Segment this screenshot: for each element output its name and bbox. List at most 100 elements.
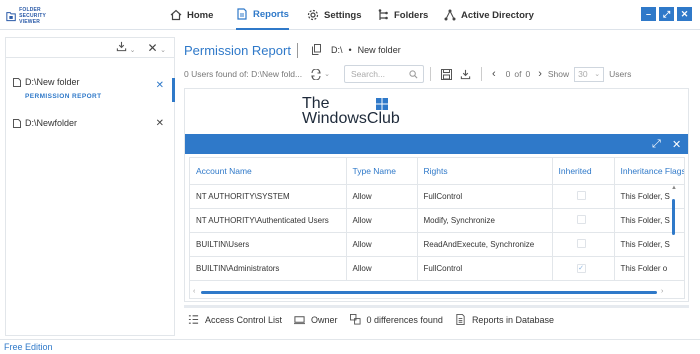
nav-home[interactable]: Home: [170, 0, 213, 30]
col-rights[interactable]: Rights: [417, 158, 553, 185]
cell-type: Allow: [346, 256, 418, 281]
cell-flags: This Folder, S: [614, 232, 684, 257]
breadcrumb-drive: D:\: [331, 44, 343, 55]
cell-account: BUILTIN\Users: [190, 232, 347, 257]
table-row[interactable]: BUILTIN\Users Allow ReadAndExecute, Sync…: [190, 232, 684, 257]
cell-rights: FullControl: [417, 256, 553, 281]
toolbar-divider: [480, 67, 482, 81]
cell-rights: FullControl: [417, 184, 553, 209]
col-inherited[interactable]: Inherited: [552, 158, 615, 185]
expand-icon[interactable]: ⤢: [652, 138, 661, 151]
report-item[interactable]: D:\New folder PERMISSION REPORT ✕: [6, 76, 174, 106]
page-size-value: 30: [578, 69, 588, 79]
col-account-name[interactable]: Account Name: [190, 158, 347, 185]
report-file-icon: [13, 119, 21, 128]
nav-reports[interactable]: Reports: [236, 0, 289, 30]
report-item-type: PERMISSION REPORT: [25, 93, 102, 100]
report-item-path: D:\New folder: [25, 77, 80, 87]
permissions-grid: Account Name Type Name Rights Inherited …: [189, 157, 685, 299]
export-icon[interactable]: [460, 69, 471, 80]
table-header-row: Account Name Type Name Rights Inherited …: [190, 158, 684, 185]
toolbar-divider: [429, 67, 431, 81]
nav-settings[interactable]: Settings: [307, 0, 361, 30]
windows-logo-icon: [376, 98, 388, 110]
inherited-checkbox: ✓: [576, 264, 586, 273]
report-item[interactable]: D:\Newfolder ✕: [6, 118, 174, 134]
tab-diff-label: 0 differences found: [366, 314, 443, 325]
database-report-icon: [456, 314, 465, 325]
col-type-name[interactable]: Type Name: [346, 158, 418, 185]
tab-reports-in-database[interactable]: Reports in Database: [455, 314, 554, 325]
col-inheritance-flags[interactable]: Inheritance Flags: [614, 158, 684, 185]
inherited-checkbox: [576, 214, 586, 224]
cell-type: Allow: [346, 184, 418, 209]
home-icon: [170, 9, 182, 21]
tab-db-label: Reports in Database: [471, 314, 554, 325]
scroll-left-icon[interactable]: ‹: [193, 288, 195, 295]
scroll-up-icon[interactable]: ▲: [671, 185, 677, 191]
page-total: 0: [525, 69, 531, 79]
nav-active-directory[interactable]: Active Directory: [444, 0, 534, 30]
nav-home-label: Home: [187, 9, 214, 21]
table-row[interactable]: NT AUTHORITY\SYSTEM Allow FullControl Th…: [190, 184, 684, 209]
grid-header-bar: ⤢ ✕: [185, 134, 688, 154]
nav-folders-label: Folders: [394, 9, 429, 21]
horizontal-scrollbar[interactable]: [201, 291, 657, 294]
permissions-table: Account Name Type Name Rights Inherited …: [190, 158, 684, 281]
minimize-button[interactable]: –: [641, 7, 656, 21]
tab-access-control-list[interactable]: Access Control List: [188, 314, 282, 325]
breadcrumb-sep-icon: •: [348, 44, 352, 55]
chevron-down-icon: ⌄: [129, 47, 136, 54]
copy-icon[interactable]: [312, 44, 321, 55]
logo-line-3: VIEWER: [19, 19, 41, 25]
page-size-select[interactable]: 30 ⌄: [574, 66, 605, 82]
folder-tree-icon: [378, 9, 388, 20]
restore-button[interactable]: ⤢: [659, 7, 674, 21]
cell-inherited: ✓: [552, 256, 615, 281]
cell-inherited: [552, 232, 615, 257]
cell-rights: Modify, Synchronize: [417, 208, 553, 233]
vertical-scrollbar[interactable]: [672, 199, 675, 235]
folder-lock-icon: [6, 12, 16, 22]
tab-differences[interactable]: 0 differences found: [349, 314, 443, 325]
show-label: Show: [547, 69, 570, 79]
search-input[interactable]: Search...: [343, 65, 424, 83]
app-logo: FOLDER SECURITY VIEWER: [6, 4, 46, 28]
prev-page-icon[interactable]: ‹: [492, 68, 496, 80]
close-report-icon[interactable]: ✕: [156, 80, 164, 91]
nav-settings-label: Settings: [324, 9, 362, 21]
tab-owner-label: Owner: [311, 314, 338, 325]
report-list-toolbar: ⌄ ✕ ⌄: [6, 38, 174, 58]
next-page-icon[interactable]: ›: [538, 68, 542, 80]
search-placeholder: Search...: [350, 69, 386, 79]
cell-account: NT AUTHORITY\Authenticated Users: [190, 208, 347, 233]
close-icon: ✕: [147, 40, 158, 55]
nav-folders[interactable]: Folders: [377, 0, 428, 30]
cell-inherited: [552, 184, 615, 209]
cell-flags: This Folder o: [614, 256, 684, 281]
cell-type: Allow: [346, 232, 418, 257]
cell-rights: ReadAndExecute, Synchronize: [417, 232, 553, 257]
close-report-icon[interactable]: ✕: [156, 118, 164, 129]
cell-inherited: [552, 208, 615, 233]
nav-active-directory-label: Active Directory: [461, 9, 534, 21]
breadcrumb-folder: New folder: [357, 44, 401, 55]
watermark: The WindowsClub: [302, 95, 400, 131]
gear-icon: [307, 9, 319, 21]
close-button[interactable]: ✕: [677, 7, 692, 21]
watermark-line-2: WindowsClub: [302, 110, 400, 127]
export-icon: [116, 41, 127, 52]
status-bar: Free Edition: [0, 339, 700, 354]
users-label: Users: [609, 69, 632, 79]
close-all-dropdown[interactable]: ✕ ⌄: [148, 41, 166, 55]
table-row[interactable]: BUILTIN\Administrators Allow FullControl…: [190, 256, 684, 281]
tab-owner[interactable]: Owner: [294, 314, 338, 325]
table-row[interactable]: NT AUTHORITY\Authenticated Users Allow M…: [190, 208, 684, 233]
save-icon[interactable]: [440, 68, 452, 80]
refresh-dropdown[interactable]: ⌄: [310, 68, 330, 80]
scroll-right-icon[interactable]: ›: [661, 288, 663, 295]
close-icon[interactable]: ✕: [672, 138, 681, 151]
cell-type: Allow: [346, 208, 418, 233]
search-icon: [409, 69, 418, 78]
export-dropdown[interactable]: ⌄: [116, 41, 136, 54]
